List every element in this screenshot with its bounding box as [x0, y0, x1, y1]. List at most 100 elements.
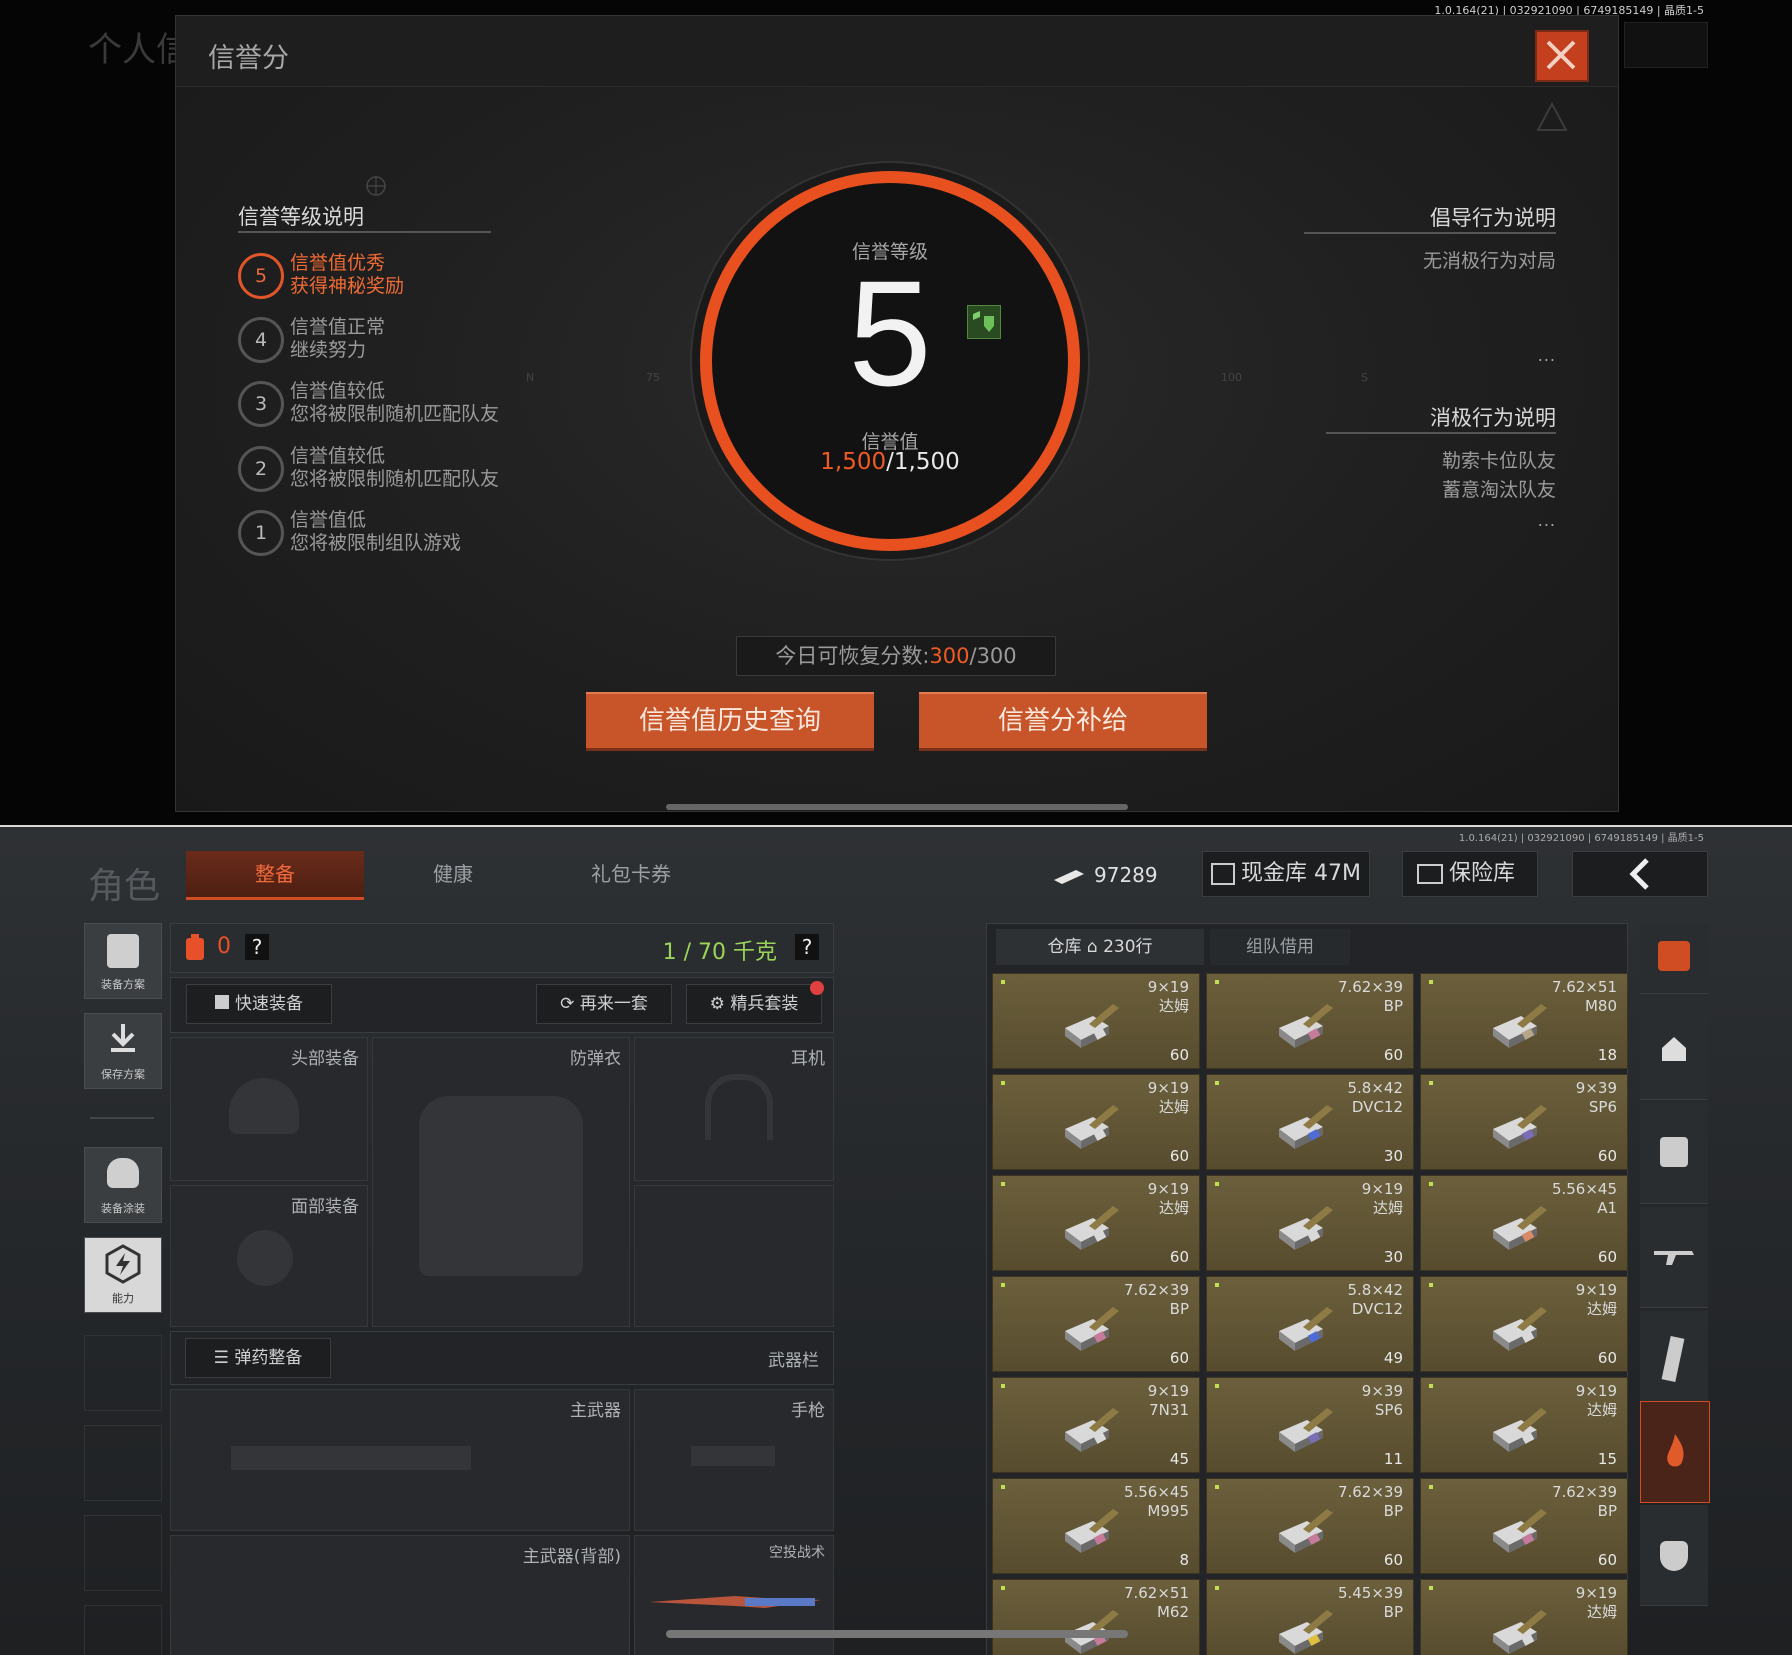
item-count: 18 [1597, 1046, 1617, 1064]
cash-vault-button[interactable]: 现金库 47M [1202, 851, 1370, 897]
weapon-bar-label: 武器栏 [768, 1351, 819, 1371]
item-count: 60 [1169, 1349, 1189, 1367]
tab-team-borrow[interactable]: 组队借用 [1210, 929, 1350, 965]
close-button[interactable] [1535, 30, 1589, 82]
tab-storage[interactable]: 仓库 ⌂ 230行 [996, 929, 1204, 965]
inventory-item[interactable]: 7.62×39 BP 60 [1420, 1478, 1628, 1574]
inventory-item[interactable]: 5.8×42 DVC12 49 [1206, 1276, 1414, 1372]
inventory-item[interactable]: 9×39 SP6 11 [1206, 1377, 1414, 1473]
positive-section-title: 倡导行为说明 [1430, 206, 1556, 230]
item-caliber: 5.8×42 DVC12 [1347, 1079, 1403, 1116]
primary-weapon-slot[interactable]: 主武器 [170, 1389, 630, 1531]
inventory-item[interactable]: 7.62×39 BP 60 [1206, 1478, 1414, 1574]
again-button[interactable]: ⟳ 再来一套 [536, 984, 672, 1024]
gasmask-icon [237, 1230, 293, 1286]
inventory-item[interactable]: 9×19 达姆 [1420, 1579, 1628, 1655]
divider [1304, 232, 1556, 234]
background-back-button [1624, 22, 1708, 68]
help-icon[interactable]: ? [795, 934, 819, 960]
hud-mark: 75 [646, 371, 660, 384]
elite-kit-button[interactable]: ⚙ 精兵套装 [686, 984, 822, 1024]
item-count: 60 [1383, 1046, 1403, 1064]
inventory-item[interactable]: 9×19 7N31 45 [992, 1377, 1200, 1473]
history-button[interactable]: 信誉值历史查询 [586, 692, 874, 751]
inventory-item[interactable]: 7.62×51 M80 18 [1420, 973, 1628, 1069]
currency-value: 97289 [1094, 863, 1158, 887]
level-row-1: 1 信誉值低 您将被限制组队游戏 [238, 505, 578, 561]
inventory-item[interactable]: 9×19 达姆 60 [1420, 1276, 1628, 1372]
right-tab-armor[interactable] [1640, 1505, 1708, 1606]
storage-count: 230行 [1103, 937, 1153, 957]
inventory-item[interactable]: 9×19 达姆 60 [992, 1074, 1200, 1170]
level-desc: 获得神秘奖励 [290, 275, 405, 297]
item-caliber: 5.8×42 DVC12 [1347, 1281, 1403, 1318]
ammo-box-icon [1493, 1610, 1547, 1654]
loadout-header: 0 ? 1 / 70 千克 ? [170, 923, 834, 973]
inventory-item[interactable]: 9×19 达姆 15 [1420, 1377, 1628, 1473]
divider [1326, 432, 1556, 434]
back-weapon-slot[interactable]: 主武器(背部) [170, 1535, 630, 1655]
inventory-item[interactable]: 7.62×39 BP 60 [1206, 973, 1414, 1069]
right-tab-backpack[interactable] [1640, 1103, 1708, 1204]
supply-button[interactable]: 信誉分补给 [919, 692, 1207, 751]
inventory-item[interactable]: 5.56×45 A1 60 [1420, 1175, 1628, 1271]
right-tab-magazine[interactable] [1640, 1311, 1708, 1412]
inventory-item[interactable]: 5.8×42 DVC12 30 [1206, 1074, 1414, 1170]
ability-button[interactable]: 能力 [84, 1237, 162, 1313]
face-slot[interactable]: 面部装备 [170, 1185, 368, 1327]
slot-label: 头部装备 [291, 1049, 359, 1069]
pistol-slot[interactable]: 手枪 [634, 1389, 834, 1531]
side-label: 装备涂装 [101, 1202, 145, 1215]
inventory-item[interactable]: 9×19 达姆 60 [992, 1175, 1200, 1271]
new-dot [1215, 1586, 1219, 1590]
credit-score-current: 1,500 [820, 449, 887, 475]
currency-display: 97289 [1052, 853, 1172, 897]
right-tab-ammo[interactable] [1640, 923, 1708, 994]
item-count: 60 [1597, 1248, 1617, 1266]
inventory-item[interactable]: 5.45×39 BP [1206, 1579, 1414, 1655]
tab-loadout[interactable]: 整备 [186, 851, 364, 900]
chevron-left-icon [1629, 858, 1649, 890]
help-icon[interactable]: ? [245, 934, 269, 960]
inventory-item[interactable]: 9×39 SP6 60 [1420, 1074, 1628, 1170]
safe-button[interactable]: 保险库 [1402, 851, 1538, 897]
elite-kit-label: 精兵套装 [730, 994, 799, 1014]
side-label: 能力 [112, 1292, 134, 1305]
inventory-item[interactable]: 9×19 达姆 30 [1206, 1175, 1414, 1271]
back-button[interactable] [1572, 851, 1708, 897]
save-plan-button[interactable]: 保存方案 [84, 1013, 162, 1089]
level-desc: 您将被限制随机匹配队友 [290, 403, 500, 425]
negative-item: 蓄意淘汰队友 [1441, 479, 1556, 501]
head-slot[interactable]: 头部装备 [170, 1037, 368, 1181]
inventory-item[interactable]: 9×19 达姆 60 [992, 973, 1200, 1069]
scrollbar[interactable] [666, 804, 1128, 810]
extra-slot[interactable] [634, 1185, 834, 1327]
negative-section-title: 消极行为说明 [1430, 406, 1556, 430]
scrollbar[interactable] [666, 1630, 1128, 1638]
item-caliber: 9×39 SP6 [1361, 1382, 1403, 1419]
inventory-item[interactable]: 7.62×51 M62 [992, 1579, 1200, 1655]
armor-slot[interactable]: 防弹衣 [372, 1037, 630, 1327]
item-count: 60 [1597, 1147, 1617, 1165]
tab-gifts[interactable]: 礼包卡券 [542, 851, 720, 897]
item-count: 60 [1597, 1551, 1617, 1569]
quick-equip-button[interactable]: 快速装备 [186, 984, 332, 1024]
earpiece-slot[interactable]: 耳机 [634, 1037, 834, 1181]
right-tab-home[interactable] [1640, 999, 1708, 1100]
helmet-icon [229, 1078, 299, 1134]
slot-label: 防弹衣 [570, 1049, 621, 1069]
ammo-prep-button[interactable]: ☰ 弹药整备 [185, 1338, 331, 1378]
fire-icon [1667, 1434, 1684, 1467]
loadout-plan-button[interactable]: 装备方案 [84, 923, 162, 999]
skin-button[interactable]: 装备涂装 [84, 1147, 162, 1223]
ammo-box-icon [1279, 1408, 1333, 1452]
inventory-item[interactable]: 7.62×39 BP 60 [992, 1276, 1200, 1372]
inventory-item[interactable]: 5.56×45 M995 8 [992, 1478, 1200, 1574]
tab-health[interactable]: 健康 [364, 851, 542, 897]
ammo-box-icon [1279, 1610, 1333, 1654]
right-tab-weapon[interactable] [1640, 1207, 1708, 1308]
ammo-box-icon [1279, 1307, 1333, 1351]
side-label: 装备方案 [101, 978, 145, 991]
right-tab-consumable[interactable] [1640, 1401, 1710, 1503]
side-label: 保存方案 [101, 1068, 145, 1081]
